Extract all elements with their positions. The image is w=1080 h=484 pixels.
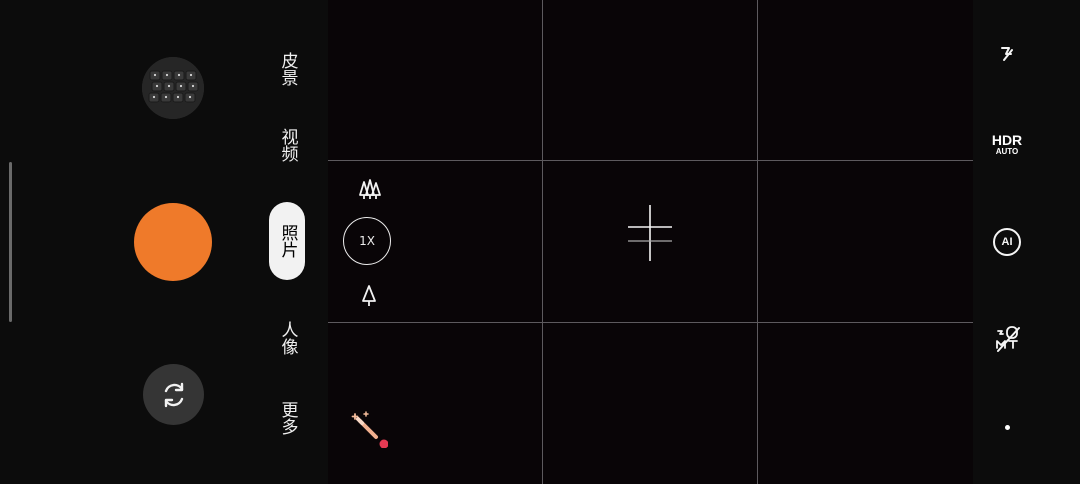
flash-button[interactable] — [994, 42, 1020, 68]
grid-line — [328, 160, 973, 161]
right-panel — [973, 0, 1080, 484]
mode-photo[interactable]: 照片 — [269, 202, 305, 280]
grid-line — [757, 0, 758, 484]
tree-icon — [362, 285, 376, 306]
mode-skin[interactable]: 皮景 — [269, 49, 305, 89]
shutter-button[interactable] — [134, 203, 212, 281]
macro-mode-icon — [996, 326, 1020, 352]
zoom-tele-button[interactable] — [358, 283, 380, 307]
zoom-1x-button[interactable]: 1X — [343, 217, 391, 265]
hdr-button[interactable]: HDR AUTO — [986, 133, 1028, 157]
zoom-level: 1X — [359, 234, 375, 248]
hdr-mode: AUTO — [995, 147, 1019, 156]
hdr-label: HDR — [991, 132, 1023, 148]
macro-button[interactable] — [993, 323, 1023, 353]
switch-camera-icon — [164, 382, 183, 407]
ai-button[interactable]: AI — [993, 228, 1021, 256]
ai-label: AI — [1001, 236, 1013, 248]
switch-camera-button[interactable] — [143, 364, 204, 425]
trees-icon — [359, 179, 381, 199]
scroll-indicator — [9, 162, 12, 322]
focus-crosshair-icon — [628, 205, 672, 261]
mode-portrait[interactable]: 人像 — [269, 318, 305, 358]
zoom-wide-button[interactable] — [355, 173, 383, 201]
gallery-thumbnail-image — [142, 57, 204, 119]
effects-button[interactable] — [350, 410, 389, 449]
mode-video[interactable]: 视频 — [269, 125, 305, 165]
grid-line — [328, 322, 973, 323]
more-settings-dot[interactable] — [1005, 425, 1010, 430]
grid-line — [542, 0, 543, 484]
flash-off-icon — [1001, 47, 1013, 61]
magic-wand-icon — [351, 411, 389, 449]
gallery-thumbnail[interactable] — [142, 57, 204, 119]
mode-more[interactable]: 更多 — [269, 398, 305, 438]
